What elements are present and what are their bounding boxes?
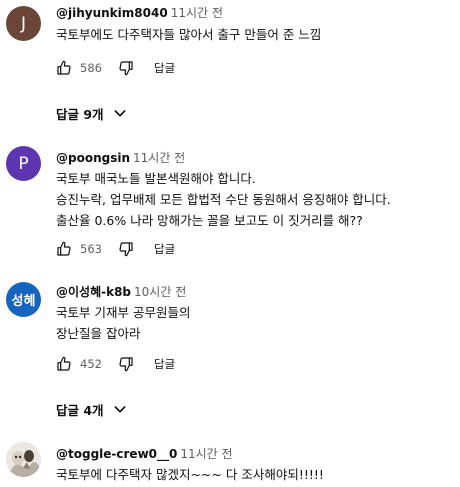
dislike-button[interactable] bbox=[116, 58, 136, 78]
chevron-down-icon bbox=[112, 401, 128, 417]
dislike-button[interactable] bbox=[116, 239, 136, 259]
timestamp[interactable]: 11시간 전 bbox=[133, 151, 185, 165]
author-handle[interactable]: @jihyunkim8040 bbox=[56, 6, 168, 20]
reply-button[interactable]: 답글 bbox=[154, 241, 175, 257]
comment-text: 국토부 매국노들 발본색원해야 합니다. 승진누락, 업무배제 모든 합법적 수… bbox=[56, 168, 391, 231]
like-count: 452 bbox=[80, 357, 102, 371]
like-count: 586 bbox=[80, 61, 102, 75]
author-handle[interactable]: @poongsin bbox=[56, 151, 130, 165]
comment-actions: 452 답글 bbox=[54, 354, 175, 374]
view-replies-button[interactable]: 답글 9개 bbox=[56, 102, 128, 124]
reply-button[interactable]: 답글 bbox=[154, 60, 175, 76]
comment-line: 국토부에 다주택자 많겠지~~~ 다 조사해야되!!!!! bbox=[56, 467, 324, 482]
thumb-up-icon bbox=[57, 356, 71, 371]
thumb-up-icon bbox=[57, 60, 71, 75]
comment-header: @이성혜-k8b 10시간 전 bbox=[56, 284, 186, 300]
like-button[interactable] bbox=[54, 354, 74, 374]
comment-text: 국토부 기재부 공무원들의 장난질을 잡아라 bbox=[56, 302, 190, 344]
thumb-down-icon bbox=[119, 61, 133, 76]
avatar[interactable]: P bbox=[6, 146, 41, 181]
author-handle[interactable]: @이성혜-k8b bbox=[56, 285, 131, 299]
thumb-up-icon bbox=[57, 241, 71, 256]
avatar[interactable] bbox=[6, 442, 41, 477]
avatar-letter: 성혜 bbox=[11, 294, 36, 309]
like-button[interactable] bbox=[54, 239, 74, 259]
comment-text: 국토부에 다주택자 많겠지~~~ 다 조사해야되!!!!! bbox=[56, 464, 324, 485]
timestamp[interactable]: 11시간 전 bbox=[180, 447, 232, 461]
avatar[interactable]: 성혜 bbox=[6, 282, 41, 317]
thumb-down-icon bbox=[119, 357, 133, 372]
like-count: 563 bbox=[80, 242, 102, 256]
comment-actions: 586 답글 bbox=[54, 58, 175, 78]
view-replies-button[interactable]: 답글 4개 bbox=[56, 398, 128, 420]
comment-line: 장난질을 잡아라 bbox=[56, 326, 141, 341]
avatar-image-icon bbox=[6, 442, 41, 477]
thumb-down-icon bbox=[119, 242, 133, 257]
dislike-button[interactable] bbox=[116, 354, 136, 374]
avatar-letter: J bbox=[20, 13, 26, 34]
comment-text: 국토부에도 다주택자들 많아서 출구 만들어 준 느낌 bbox=[56, 24, 321, 45]
avatar-letter: P bbox=[18, 153, 29, 174]
reply-button[interactable]: 답글 bbox=[154, 356, 175, 372]
replies-label: 답글 4개 bbox=[56, 402, 104, 418]
comment-line: 출산율 0.6% 나라 망해가는 꼴을 보고도 이 짓거리를 해?? bbox=[56, 213, 363, 228]
chevron-down-icon bbox=[112, 105, 128, 121]
comment-line: 국토부 기재부 공무원들의 bbox=[56, 305, 191, 320]
replies-label: 답글 9개 bbox=[56, 106, 104, 122]
comment-actions: 563 답글 bbox=[54, 239, 175, 259]
timestamp[interactable]: 11시간 전 bbox=[171, 6, 223, 20]
comment-line: 국토부 매국노들 발본색원해야 합니다. bbox=[56, 171, 256, 186]
avatar[interactable]: J bbox=[6, 6, 41, 41]
comment-header: @toggle-crew0__0 11시간 전 bbox=[56, 446, 233, 462]
comment-header: @jihyunkim8040 11시간 전 bbox=[56, 5, 223, 21]
comment-line: 국토부에도 다주택자들 많아서 출구 만들어 준 느낌 bbox=[56, 27, 322, 42]
comment-header: @poongsin 11시간 전 bbox=[56, 150, 185, 166]
author-handle[interactable]: @toggle-crew0__0 bbox=[56, 447, 177, 461]
comment-line: 승진누락, 업무배제 모든 합법적 수단 동원해서 응징해야 합니다. bbox=[56, 192, 391, 207]
like-button[interactable] bbox=[54, 58, 74, 78]
timestamp[interactable]: 10시간 전 bbox=[134, 285, 186, 299]
